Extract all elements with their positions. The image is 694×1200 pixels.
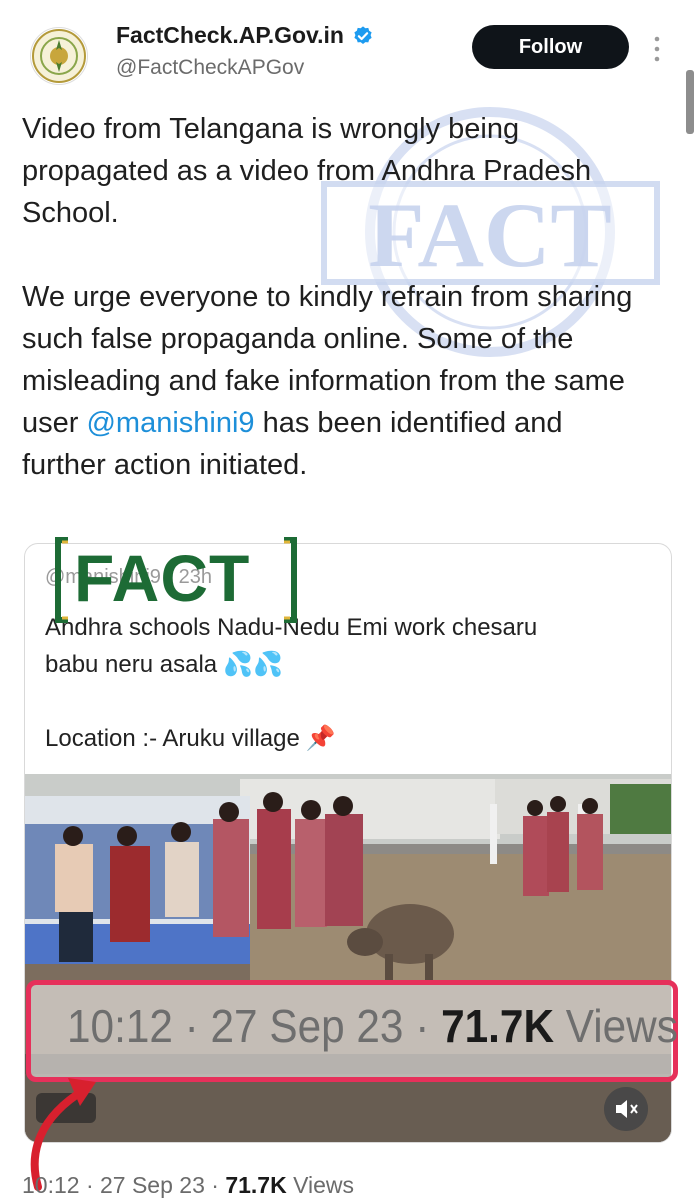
tweet-timestamp[interactable]: 10:12 · 27 Sep 23 · 71.7K Views <box>22 1172 354 1199</box>
scrollbar[interactable] <box>686 70 694 134</box>
follow-button[interactable]: Follow <box>472 25 629 69</box>
quoted-tweet-location-row: Location :- Aruku village 📌 <box>45 724 336 753</box>
tweet-text: Video from Telangana is wrongly being pr… <box>22 108 642 486</box>
highlighted-timestamp-box: 10:12 · 27 Sep 23 · 71.7K Views <box>26 980 678 1082</box>
account-name-row[interactable]: FactCheck.AP.Gov.in <box>116 22 374 49</box>
highlighted-time: 10:12 · 27 Sep 23 · <box>67 1000 442 1052</box>
andhra-pradesh-emblem-icon <box>32 29 86 83</box>
video-player[interactable] <box>25 774 671 1142</box>
quoted-tweet-location: Location :- Aruku village <box>45 724 300 752</box>
views-count: 71.7K <box>225 1172 287 1198</box>
more-options-icon[interactable] <box>652 34 662 64</box>
quoted-tweet-text-line2-row: babu neru asala 💦💦 <box>45 650 283 679</box>
tweet-time[interactable]: 10:12 · 27 Sep 23 · <box>22 1172 225 1198</box>
mute-icon[interactable] <box>604 1087 648 1131</box>
quoted-tweet-text-line2: babu neru asala <box>45 650 218 678</box>
pushpin-emoji-icon: 📌 <box>305 725 336 752</box>
fact-stamp: FACT <box>52 536 300 624</box>
tweet-paragraph-1: Video from Telangana is wrongly being pr… <box>22 113 592 229</box>
verified-badge-icon <box>354 25 372 44</box>
mention-link[interactable]: @manishini9 <box>86 407 254 439</box>
account-name[interactable]: FactCheck.AP.Gov.in <box>116 22 344 49</box>
highlighted-views-label: Views <box>554 1000 678 1052</box>
account-handle[interactable]: @FactCheckAPGov <box>116 56 304 80</box>
avatar[interactable] <box>30 27 88 85</box>
sweat-droplets-emoji-icon: 💦💦 <box>223 651 283 678</box>
views-label: Views <box>286 1172 355 1198</box>
highlighted-timestamp: 10:12 · 27 Sep 23 · 71.7K Views <box>67 999 678 1053</box>
fact-stamp-text: FACT <box>74 541 251 615</box>
tweet-paragraph-2: We urge everyone to kindly refrain from … <box>22 276 642 486</box>
highlighted-views-count: 71.7K <box>441 1000 555 1052</box>
